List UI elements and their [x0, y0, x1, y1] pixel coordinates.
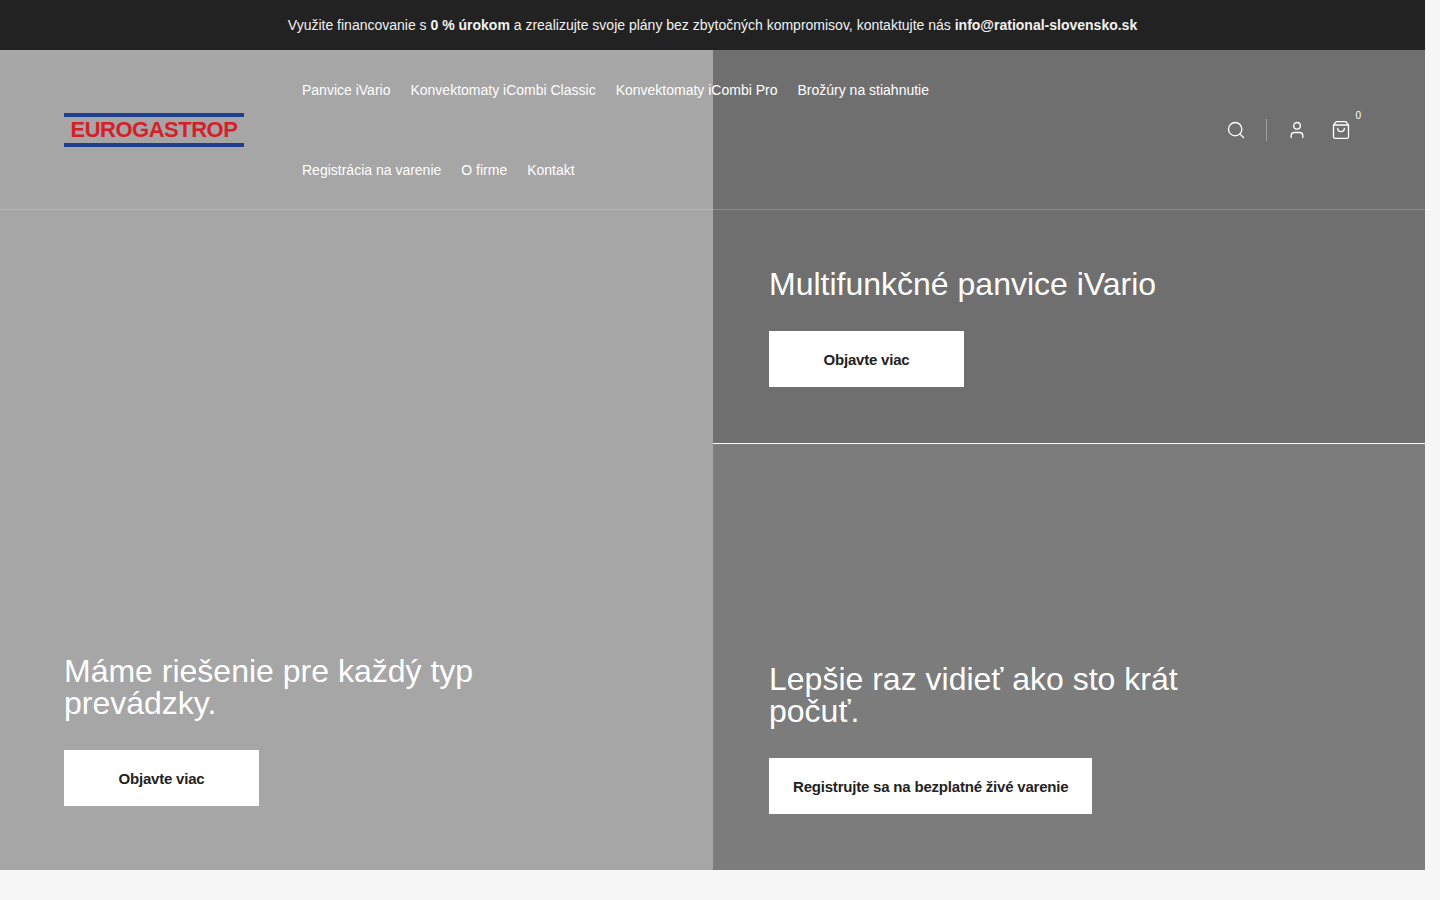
tools-divider	[1266, 119, 1267, 141]
bag-icon[interactable]	[1331, 120, 1351, 140]
logo-mark[interactable]: EUROGASTROP	[64, 113, 244, 147]
hero-card-title: Multifunkčné panvice iVario	[769, 268, 1189, 301]
announcement-bar: Využite financovanie s 0 % úrokom a zrea…	[0, 0, 1425, 50]
hero-side: Multifunkčné panvice iVario Objavte viac L…	[713, 50, 1425, 870]
hero-card-title: Lepšie raz vidieť ako sto krát počuť.	[769, 663, 1189, 728]
nav-item[interactable]: O firme	[461, 130, 507, 210]
announcement-text: a zrealizujte svoje plány bez zbytočných…	[510, 17, 955, 33]
hero-card-button[interactable]: Objavte viac	[769, 331, 964, 387]
announcement-text: info@rational-slovensko.sk	[955, 17, 1137, 33]
nav-item[interactable]: Brožúry na stiahnutie	[797, 50, 929, 130]
hero-card-button[interactable]: Registrujte sa na bezplatné živé varenie	[769, 758, 1092, 814]
user-icon[interactable]	[1287, 120, 1307, 140]
announcement-text: 0 % úrokom	[431, 17, 510, 33]
nav-item[interactable]: Konvektomaty iCombi Classic	[410, 50, 595, 130]
logo[interactable]: EUROGASTROP	[64, 113, 302, 147]
search-icon[interactable]	[1226, 120, 1246, 140]
hero-card: Multifunkčné panvice iVario Objavte viac	[713, 50, 1425, 443]
nav-item[interactable]: Konvektomaty iCombi Pro	[616, 50, 778, 130]
search-button[interactable]	[1222, 116, 1250, 144]
account-button[interactable]	[1283, 116, 1311, 144]
hero-title: Máme riešenie pre každý typ prevádzky.	[64, 655, 484, 720]
hero: EUROGASTROPPanvice iVarioKonvektomaty iC…	[0, 50, 1425, 870]
main-nav: Panvice iVarioKonvektomaty iCombi Classi…	[302, 50, 1002, 210]
header: EUROGASTROPPanvice iVarioKonvektomaty iC…	[0, 50, 1425, 210]
logo-text[interactable]: EUROGASTROP	[64, 119, 244, 141]
nav-item[interactable]: Kontakt	[527, 130, 574, 210]
page: Využite financovanie s 0 % úrokom a zrea…	[0, 0, 1440, 900]
cart-button[interactable]: 0	[1327, 116, 1355, 144]
nav-item[interactable]: Registrácia na varenie	[302, 130, 441, 210]
cart-count: 0	[1355, 110, 1361, 121]
nav-item[interactable]: Panvice iVario	[302, 50, 390, 130]
announcement-text: Využite financovanie s	[288, 17, 431, 33]
hero-button[interactable]: Objavte viac	[64, 750, 259, 806]
hero-grid: Máme riešenie pre každý typ prevádzky. Ob…	[0, 50, 1425, 870]
header-tools: 0	[1222, 116, 1355, 144]
hero-card: Lepšie raz vidieť ako sto krát počuť. Reg…	[713, 444, 1425, 870]
